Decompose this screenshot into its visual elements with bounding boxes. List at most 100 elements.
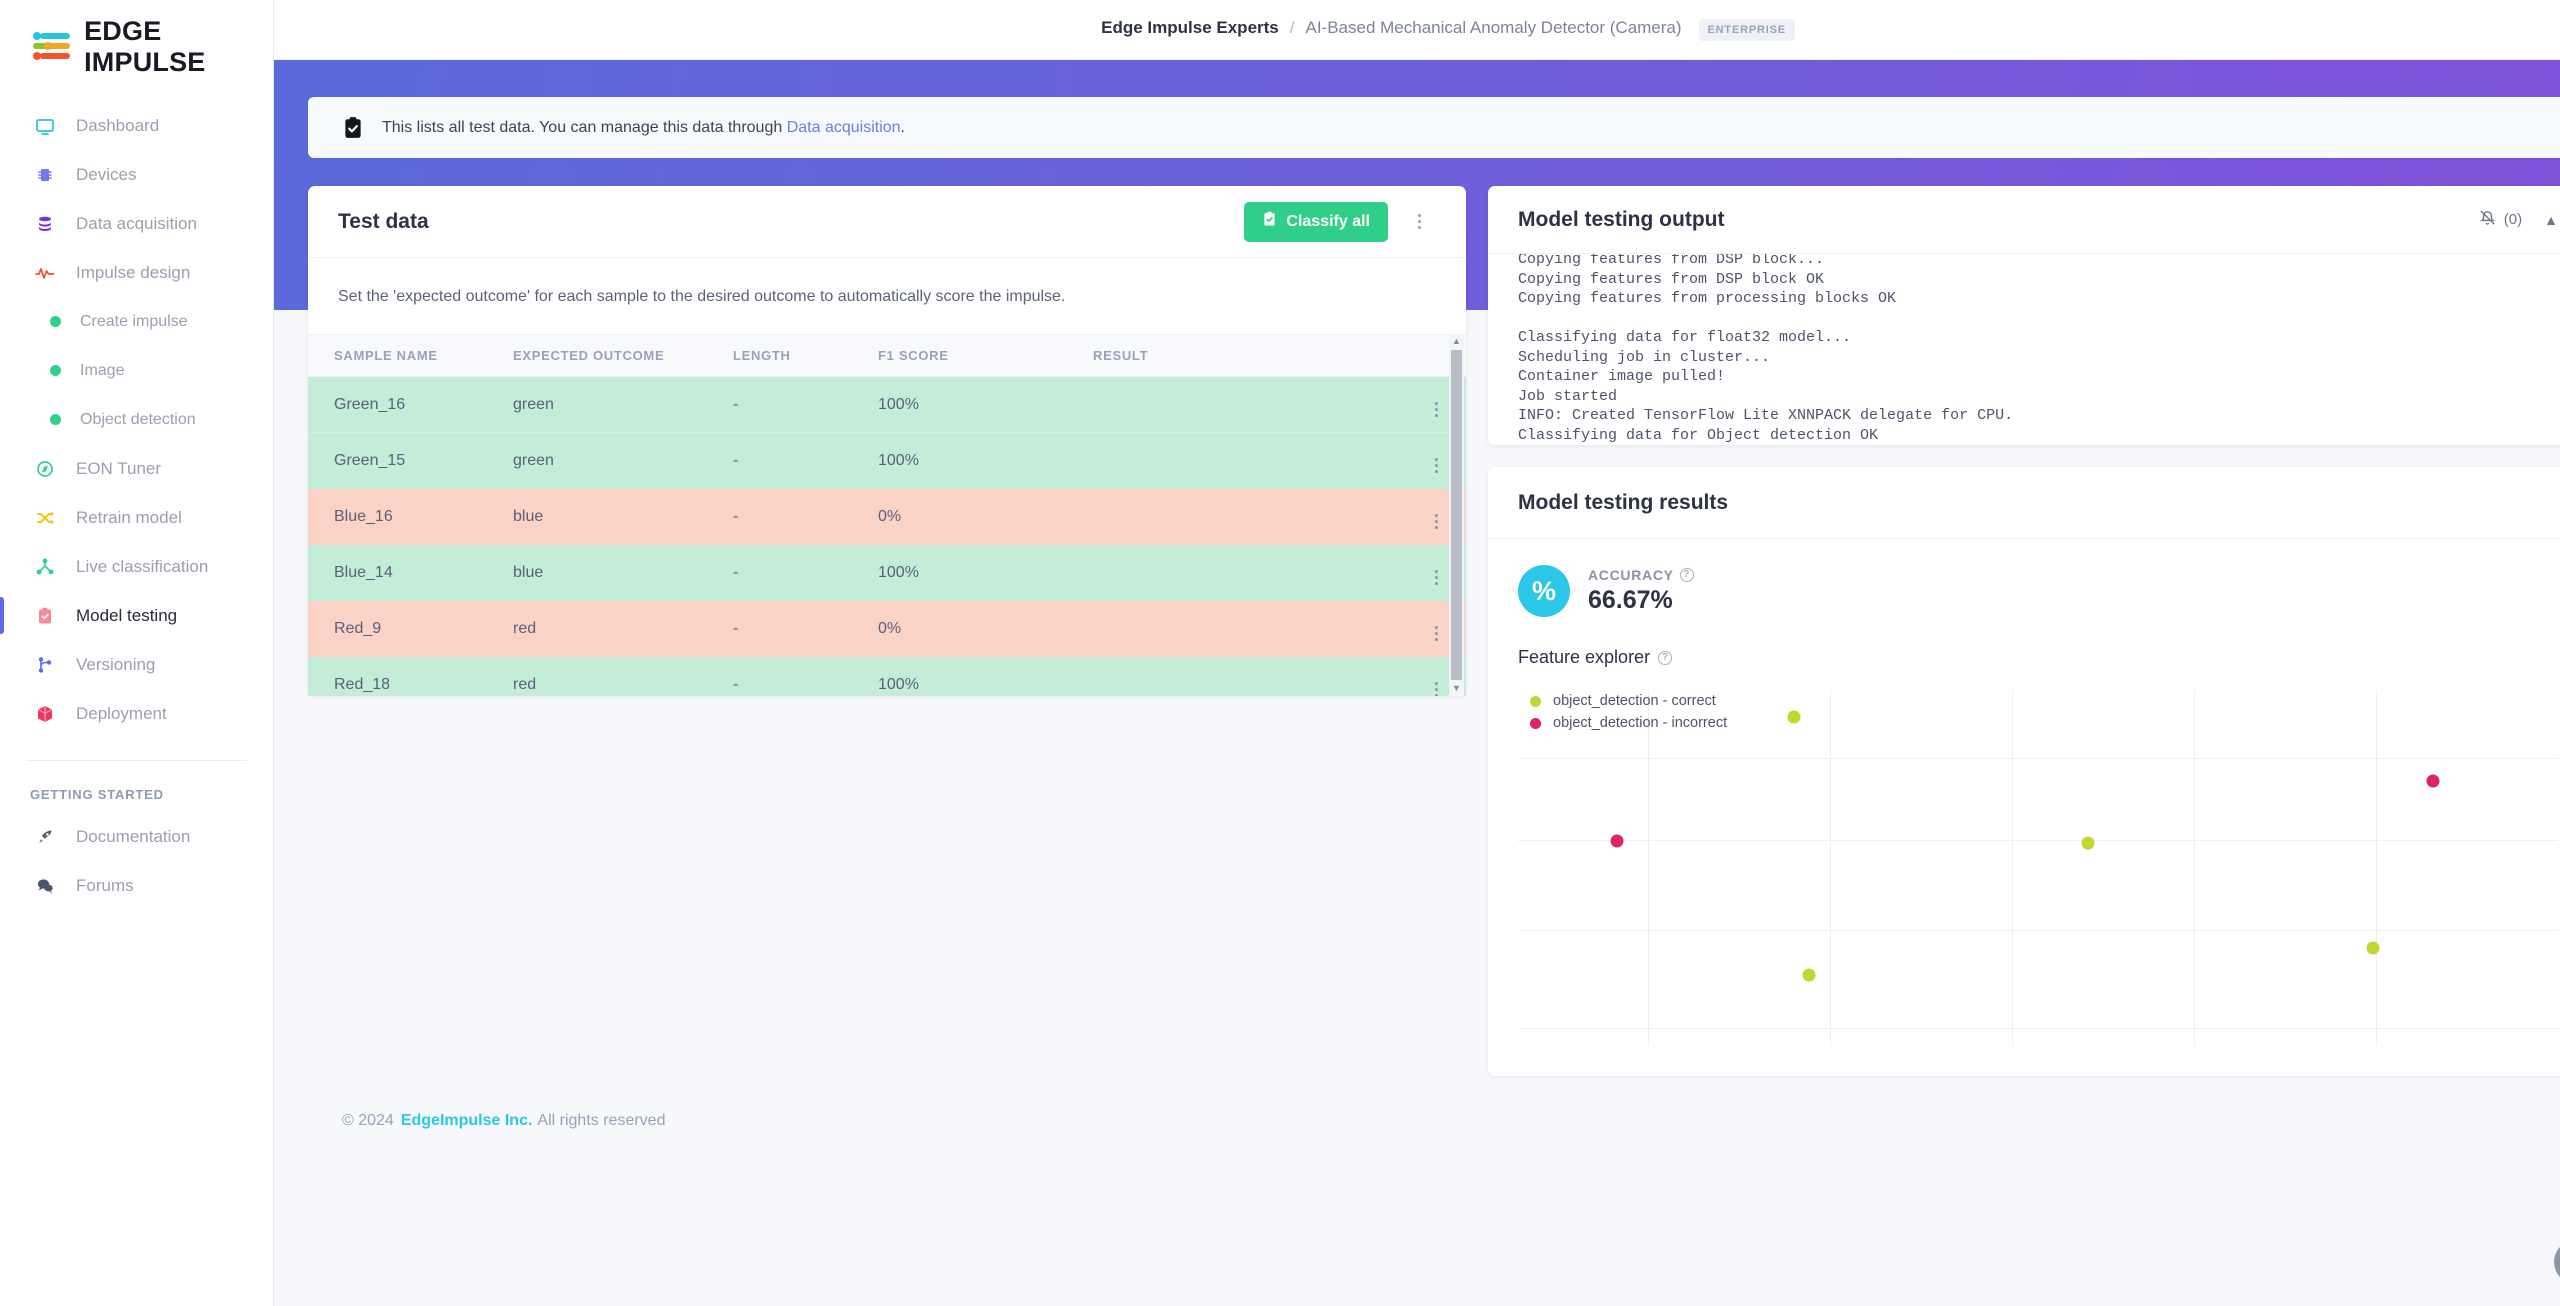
scroll-up-arrow-icon[interactable]: ▲ <box>1452 334 1461 349</box>
cell-f1-score: 0% <box>878 600 1093 657</box>
sidebar-item-forums[interactable]: Forums <box>0 861 273 910</box>
table-row[interactable]: Red_18 red -100% <box>308 656 1466 696</box>
table-scrollbar[interactable]: ▲ ▼ <box>1449 334 1464 696</box>
accuracy-row: % ACCURACY ? 66.67% <box>1518 565 2558 617</box>
clipboard-check-icon <box>30 604 60 628</box>
legend-swatch <box>1530 717 1541 729</box>
monitor-icon <box>30 114 60 138</box>
sidebar-item-label: Retrain model <box>76 507 182 527</box>
scatter-point[interactable] <box>2426 774 2440 788</box>
network-icon <box>30 555 60 579</box>
cell-expected-outcome: green <box>513 432 733 489</box>
sidebar-item-model-testing[interactable]: Model testing <box>0 591 273 640</box>
col-sample-name: SAMPLE NAME <box>308 334 513 377</box>
enterprise-badge: ENTERPRISE <box>1698 19 1795 41</box>
sidebar: EDGE IMPULSE Dashboard Devices Data acqu <box>0 0 274 1306</box>
sidebar-item-label: EON Tuner <box>76 458 162 478</box>
data-acquisition-link[interactable]: Data acquisition <box>787 119 901 136</box>
edge-impulse-logo-icon <box>30 30 72 64</box>
brand-name: EDGE IMPULSE <box>84 15 206 77</box>
left-column: Test data Classify all Set the 'expected… <box>308 186 1466 696</box>
scrollbar-thumb[interactable] <box>1451 350 1462 680</box>
question-circle-icon[interactable]: ? <box>1658 650 1673 665</box>
table-row[interactable]: Blue_16 blue -0% <box>308 488 1466 545</box>
table-row[interactable]: Green_16 green -100% <box>308 376 1466 433</box>
model-testing-output-card: Model testing output (0) ▲ Copying featu… <box>1488 186 2560 445</box>
model-testing-output-title: Model testing output <box>1518 207 1725 231</box>
sidebar-item-retrain-model[interactable]: Retrain model <box>0 493 273 542</box>
table-row[interactable]: Red_9 red -0% <box>308 600 1466 657</box>
sidebar-item-label: Dashboard <box>76 115 160 135</box>
cell-length: - <box>733 656 878 696</box>
scatter-point[interactable] <box>2081 836 2095 850</box>
cell-f1-score: 100% <box>878 376 1093 433</box>
sidebar-item-versioning[interactable]: Versioning <box>0 640 273 689</box>
console-line: INFO: Created TensorFlow Lite XNNPACK de… <box>1518 407 2014 424</box>
cell-result <box>1093 432 1406 489</box>
scatter-point[interactable] <box>1802 968 1816 982</box>
console-line: Classifying data for Object detection OK <box>1518 426 1879 444</box>
sidebar-item-deployment[interactable]: Deployment <box>0 689 273 738</box>
results-body: % ACCURACY ? 66.67% Feature explorer ? o… <box>1488 539 2560 1076</box>
cell-sample-name: Blue_16 <box>308 488 513 545</box>
sidebar-item-create-impulse[interactable]: Create impulse <box>0 297 273 346</box>
sidebar-item-label: Forums <box>76 875 134 895</box>
breadcrumb-project[interactable]: AI-Based Mechanical Anomaly Detector (Ca… <box>1306 18 1682 38</box>
cell-result <box>1093 600 1406 657</box>
notifications-toggle[interactable]: (0) <box>2478 208 2522 231</box>
chip-icon <box>30 163 60 187</box>
sidebar-nav: Dashboard Devices Data acquisition Impul… <box>0 93 273 910</box>
banner-text-before: This lists all test data. You can manage… <box>382 118 787 136</box>
console-line: Copying features from DSP block... <box>1518 253 1825 268</box>
scatter-point[interactable] <box>2366 941 2380 955</box>
footer-company[interactable]: EdgeImpulse Inc. <box>401 1112 533 1130</box>
database-icon <box>30 212 60 236</box>
legend-label: object_detection - correct <box>1553 693 1716 709</box>
info-banner-text: This lists all test data. You can manage… <box>382 119 905 137</box>
console-line: Classifying data for float32 model... <box>1518 329 1852 346</box>
sidebar-item-eon-tuner[interactable]: EON Tuner <box>0 444 273 493</box>
sidebar-item-object-detection[interactable]: Object detection <box>0 395 273 444</box>
sidebar-item-data-acquisition[interactable]: Data acquisition <box>0 199 273 248</box>
branch-icon <box>30 653 60 677</box>
breadcrumb-org[interactable]: Edge Impulse Experts <box>1101 18 1279 38</box>
model-testing-output-header: Model testing output (0) ▲ <box>1488 186 2560 253</box>
grid-line-horizontal <box>1518 839 2558 841</box>
green-dot-icon <box>44 359 66 383</box>
feature-explorer-scatter[interactable]: object_detection - correct object_detecti… <box>1518 690 2558 1046</box>
console-output[interactable]: Copying features from DSP block... Copyin… <box>1488 253 2560 445</box>
sidebar-item-dashboard[interactable]: Dashboard <box>0 101 273 150</box>
sidebar-item-devices[interactable]: Devices <box>0 150 273 199</box>
classify-all-button[interactable]: Classify all <box>1244 201 1388 242</box>
scroll-down-arrow-icon[interactable]: ▼ <box>1452 681 1461 696</box>
scatter-point[interactable] <box>1787 710 1801 724</box>
col-result: RESULT <box>1093 334 1406 377</box>
sidebar-item-impulse-design[interactable]: Impulse design <box>0 248 273 297</box>
content-wrapper: This lists all test data. You can manage… <box>274 60 2560 1306</box>
table-row[interactable]: Blue_14 blue -100% <box>308 544 1466 601</box>
sidebar-item-label: Live classification <box>76 556 209 576</box>
brand-logo[interactable]: EDGE IMPULSE <box>0 0 273 93</box>
caret-up-icon[interactable]: ▲ <box>2544 212 2558 228</box>
sidebar-section-title: GETTING STARTED <box>30 787 164 802</box>
test-data-menu-button[interactable] <box>1402 205 1436 239</box>
question-circle-icon[interactable]: ? <box>1679 568 1694 582</box>
grid-line-horizontal <box>1518 1028 2558 1030</box>
cell-result <box>1093 488 1406 545</box>
legend-item[interactable]: object_detection - incorrect <box>1530 712 1727 734</box>
sidebar-item-image[interactable]: Image <box>0 346 273 395</box>
rocket-icon <box>30 825 60 849</box>
banner-text-after: . <box>900 118 905 136</box>
cell-result <box>1093 656 1406 696</box>
scatter-point[interactable] <box>1610 834 1624 848</box>
cell-expected-outcome: green <box>513 376 733 433</box>
table-row[interactable]: Green_15 green -100% <box>308 432 1466 489</box>
test-data-table-scroll: SAMPLE NAME EXPECTED OUTCOME LENGTH F1 S… <box>308 334 1466 696</box>
sidebar-item-live-classification[interactable]: Live classification <box>0 542 273 591</box>
sidebar-item-label: Impulse design <box>76 262 191 282</box>
col-length: LENGTH <box>733 334 878 377</box>
chat-icon <box>30 874 60 898</box>
sidebar-item-documentation[interactable]: Documentation <box>0 812 273 861</box>
main-area: Edge Impulse Experts / AI-Based Mechanic… <box>274 0 2560 1306</box>
legend-item[interactable]: object_detection - correct <box>1530 690 1727 712</box>
